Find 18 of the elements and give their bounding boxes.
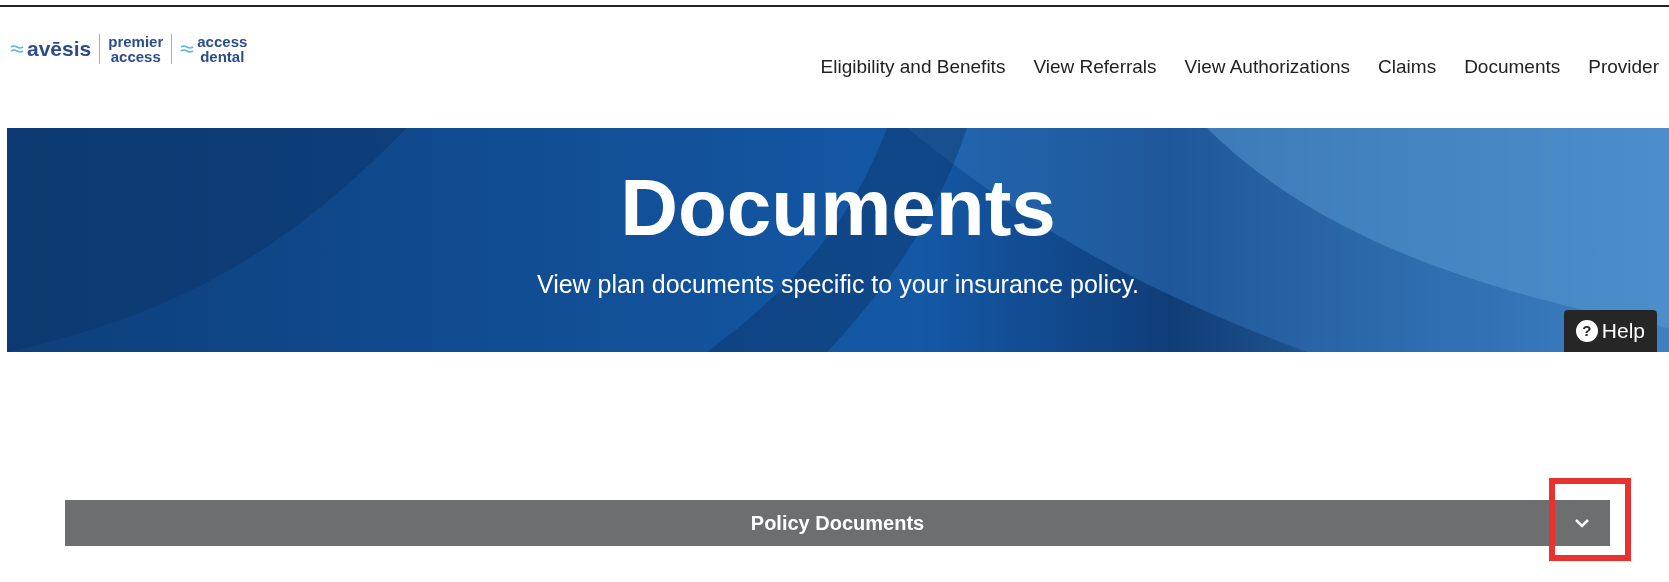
page-title: Documents [620,168,1056,248]
help-button[interactable]: ? Help [1563,310,1657,352]
nav-link[interactable]: Eligibility and Benefits [820,53,1006,82]
wave-icon [180,43,195,54]
chevron-down-icon[interactable] [1574,518,1590,528]
nav-link[interactable]: View Referrals [1033,53,1157,82]
brand-logo-text: premier access [108,33,164,64]
nav-link[interactable]: Provider [1588,53,1659,82]
nav-link[interactable]: Documents [1464,53,1561,82]
page-subtitle: View plan documents specific to your insurance policy. [536,269,1140,300]
nav-link[interactable]: View Authorizations [1184,53,1351,82]
wave-icon [10,43,24,54]
accordion-title: Policy Documents [750,511,925,536]
accordion-header[interactable]: Policy Documents [65,500,1610,546]
brand-logo-text: avēsis [27,36,92,62]
brand-logo-text: access dental [197,33,248,64]
help-icon: ? [1575,320,1598,342]
nav-link[interactable]: Claims [1378,53,1437,82]
